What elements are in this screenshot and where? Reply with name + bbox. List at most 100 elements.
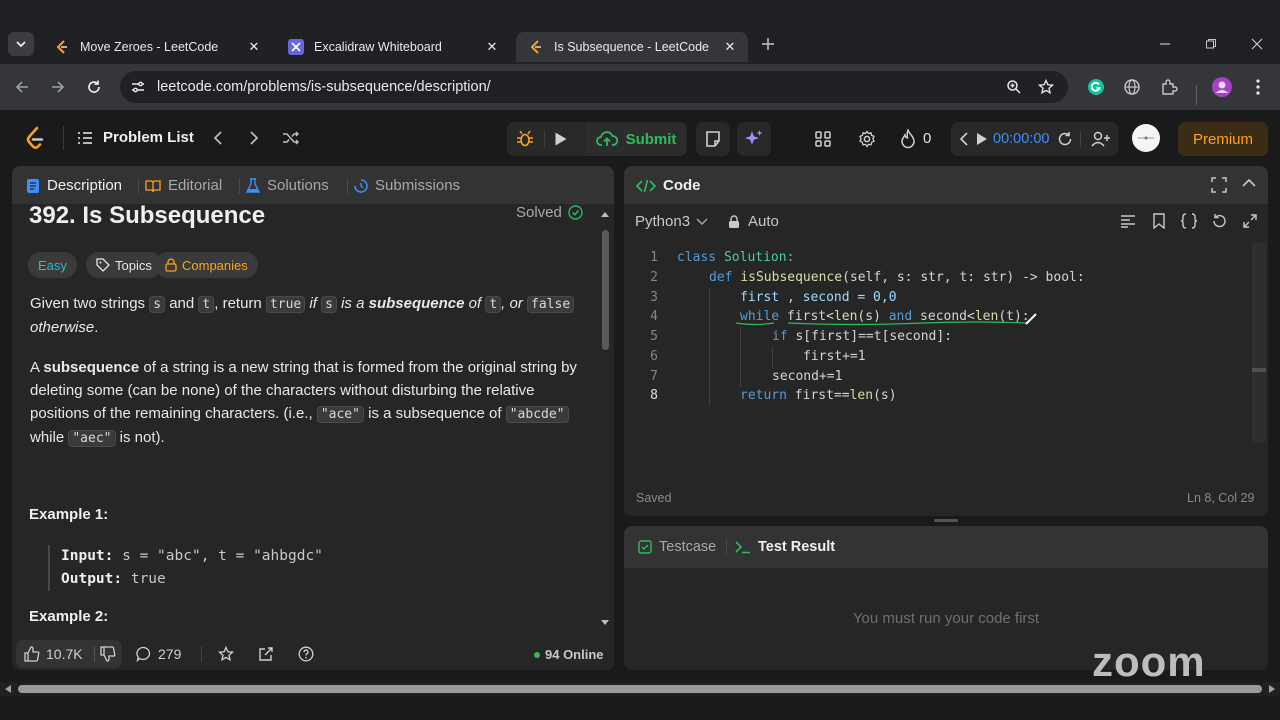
code-tab[interactable]: Code — [636, 177, 701, 194]
scroll-right-arrow-icon[interactable] — [1268, 685, 1276, 693]
tab-editorial[interactable]: Editorial — [145, 177, 222, 194]
premium-button[interactable]: Premium — [1178, 122, 1268, 156]
editor-scrollbar-thumb[interactable] — [1252, 368, 1266, 372]
close-tab-icon[interactable]: ✕ — [246, 39, 262, 55]
keyword: if — [772, 329, 788, 344]
tab-label: Editorial — [168, 177, 223, 194]
close-tab-icon[interactable]: ✕ — [484, 39, 500, 55]
editor-scrollbar[interactable] — [1252, 242, 1266, 442]
tab-label: Test Result — [758, 539, 836, 555]
lock-icon — [165, 258, 177, 272]
close-window-button[interactable] — [1247, 34, 1267, 54]
site-info-icon[interactable] — [128, 77, 148, 97]
tab-submissions[interactable]: Submissions — [354, 177, 460, 194]
input-label: Input: — [61, 548, 114, 564]
align-left-icon — [1121, 215, 1135, 228]
subsequence-definition: A subsequence of a string is a new strin… — [30, 356, 590, 450]
globe-extension-icon[interactable] — [1122, 77, 1142, 97]
scroll-left-arrow-icon[interactable] — [4, 685, 12, 693]
panel-resize-handle[interactable] — [934, 519, 958, 522]
notes-button[interactable] — [696, 122, 730, 156]
scroll-up-arrow[interactable] — [600, 210, 610, 220]
comments-button[interactable]: 279 — [136, 646, 181, 662]
tab-search-button[interactable] — [8, 32, 34, 56]
terminal-icon — [735, 541, 750, 554]
restore-button[interactable] — [1201, 34, 1221, 54]
bookmark-button[interactable] — [1152, 213, 1166, 229]
problem-list-link[interactable]: Problem List — [103, 129, 194, 146]
collapse-timer-button[interactable] — [957, 131, 971, 147]
help-button[interactable] — [298, 646, 314, 662]
tab-testcase[interactable]: Testcase — [638, 539, 716, 555]
tab-title: Is Subsequence - LeetCode — [554, 40, 709, 54]
format-button[interactable] — [1120, 214, 1136, 228]
problem-list-icon[interactable] — [76, 128, 94, 148]
collapse-panel-button[interactable] — [1242, 178, 1256, 188]
extensions-puzzle-icon[interactable] — [1159, 77, 1179, 97]
fullscreen-editor-button[interactable] — [1242, 213, 1258, 229]
user-avatar[interactable] — [1132, 124, 1160, 152]
horizontal-scrollbar-thumb[interactable] — [18, 685, 1262, 693]
settings-button[interactable] — [856, 128, 878, 150]
tab-is-subsequence[interactable]: Is Subsequence - LeetCode ✕ — [516, 32, 748, 62]
forward-button[interactable] — [48, 77, 68, 97]
companies-button[interactable]: Companies — [155, 252, 258, 278]
bookmark-star-icon[interactable] — [1036, 77, 1056, 97]
auto-mode[interactable]: Auto — [728, 213, 779, 230]
text: , return — [214, 295, 266, 312]
layout-button[interactable] — [812, 128, 834, 150]
tab-move-zeroes[interactable]: Move Zeroes - LeetCode ✕ — [42, 32, 272, 62]
premium-label: Premium — [1192, 130, 1253, 148]
tab-solutions[interactable]: Solutions — [246, 177, 329, 194]
ai-assistant-button[interactable] — [737, 122, 771, 156]
leetcode-logo-icon[interactable] — [24, 126, 46, 150]
horizontal-scrollbar[interactable] — [0, 682, 1280, 696]
tab-separator — [726, 539, 727, 555]
star-icon — [218, 646, 234, 662]
next-problem-button[interactable] — [244, 128, 264, 148]
tab-description[interactable]: Description — [26, 177, 122, 194]
close-tab-icon[interactable]: ✕ — [722, 39, 738, 55]
favorite-button[interactable] — [218, 646, 234, 662]
dislike-button[interactable] — [100, 646, 116, 662]
indent-guide — [709, 288, 710, 406]
reset-code-button[interactable] — [1211, 213, 1227, 229]
zoom-icon[interactable] — [1004, 77, 1024, 97]
code-line-8: return first==len(s) — [740, 388, 897, 403]
random-problem-button[interactable] — [280, 128, 302, 148]
share-button[interactable] — [258, 646, 274, 662]
submit-button[interactable]: Submit — [586, 122, 686, 156]
run-button[interactable] — [550, 128, 572, 150]
browser-menu-icon[interactable] — [1248, 77, 1268, 97]
scroll-down-arrow[interactable] — [600, 619, 610, 629]
timer-reset-button[interactable] — [1056, 130, 1074, 148]
debug-button[interactable] — [512, 128, 538, 150]
curly-braces-icon — [1180, 213, 1198, 229]
chevron-right-icon — [250, 131, 259, 145]
scrollbar-thumb[interactable] — [602, 230, 609, 350]
language-select[interactable]: Python3 — [635, 213, 708, 230]
back-button[interactable] — [12, 77, 32, 97]
new-tab-button[interactable] — [758, 34, 778, 54]
maximize-panel-button[interactable] — [1211, 177, 1227, 193]
triangle-down-icon — [601, 620, 609, 625]
profile-avatar[interactable] — [1211, 76, 1233, 98]
braces-button[interactable] — [1180, 213, 1198, 229]
address-bar[interactable]: leetcode.com/problems/is-subsequence/des… — [120, 71, 1068, 103]
companies-label: Companies — [182, 257, 248, 273]
like-button[interactable]: 10.7K — [24, 646, 83, 662]
timer-play-button[interactable] — [975, 131, 989, 147]
tab-excalidraw[interactable]: Excalidraw Whiteboard ✕ — [276, 32, 510, 62]
avatar-icon — [1138, 136, 1154, 140]
solved-label: Solved — [516, 204, 562, 221]
topics-button[interactable]: Topics — [86, 252, 162, 278]
add-friend-button[interactable] — [1090, 128, 1112, 150]
code-editor[interactable]: 1 2 3 4 5 6 7 8 class Solution: def isSu… — [624, 242, 1266, 478]
reload-button[interactable] — [84, 77, 104, 97]
prev-problem-button[interactable] — [208, 128, 228, 148]
url-text: leetcode.com/problems/is-subsequence/des… — [157, 79, 491, 95]
grammarly-extension-icon[interactable] — [1086, 77, 1106, 97]
minimize-button[interactable] — [1155, 34, 1175, 54]
tab-test-result[interactable]: Test Result — [735, 539, 835, 555]
streak-icon[interactable] — [898, 128, 918, 150]
